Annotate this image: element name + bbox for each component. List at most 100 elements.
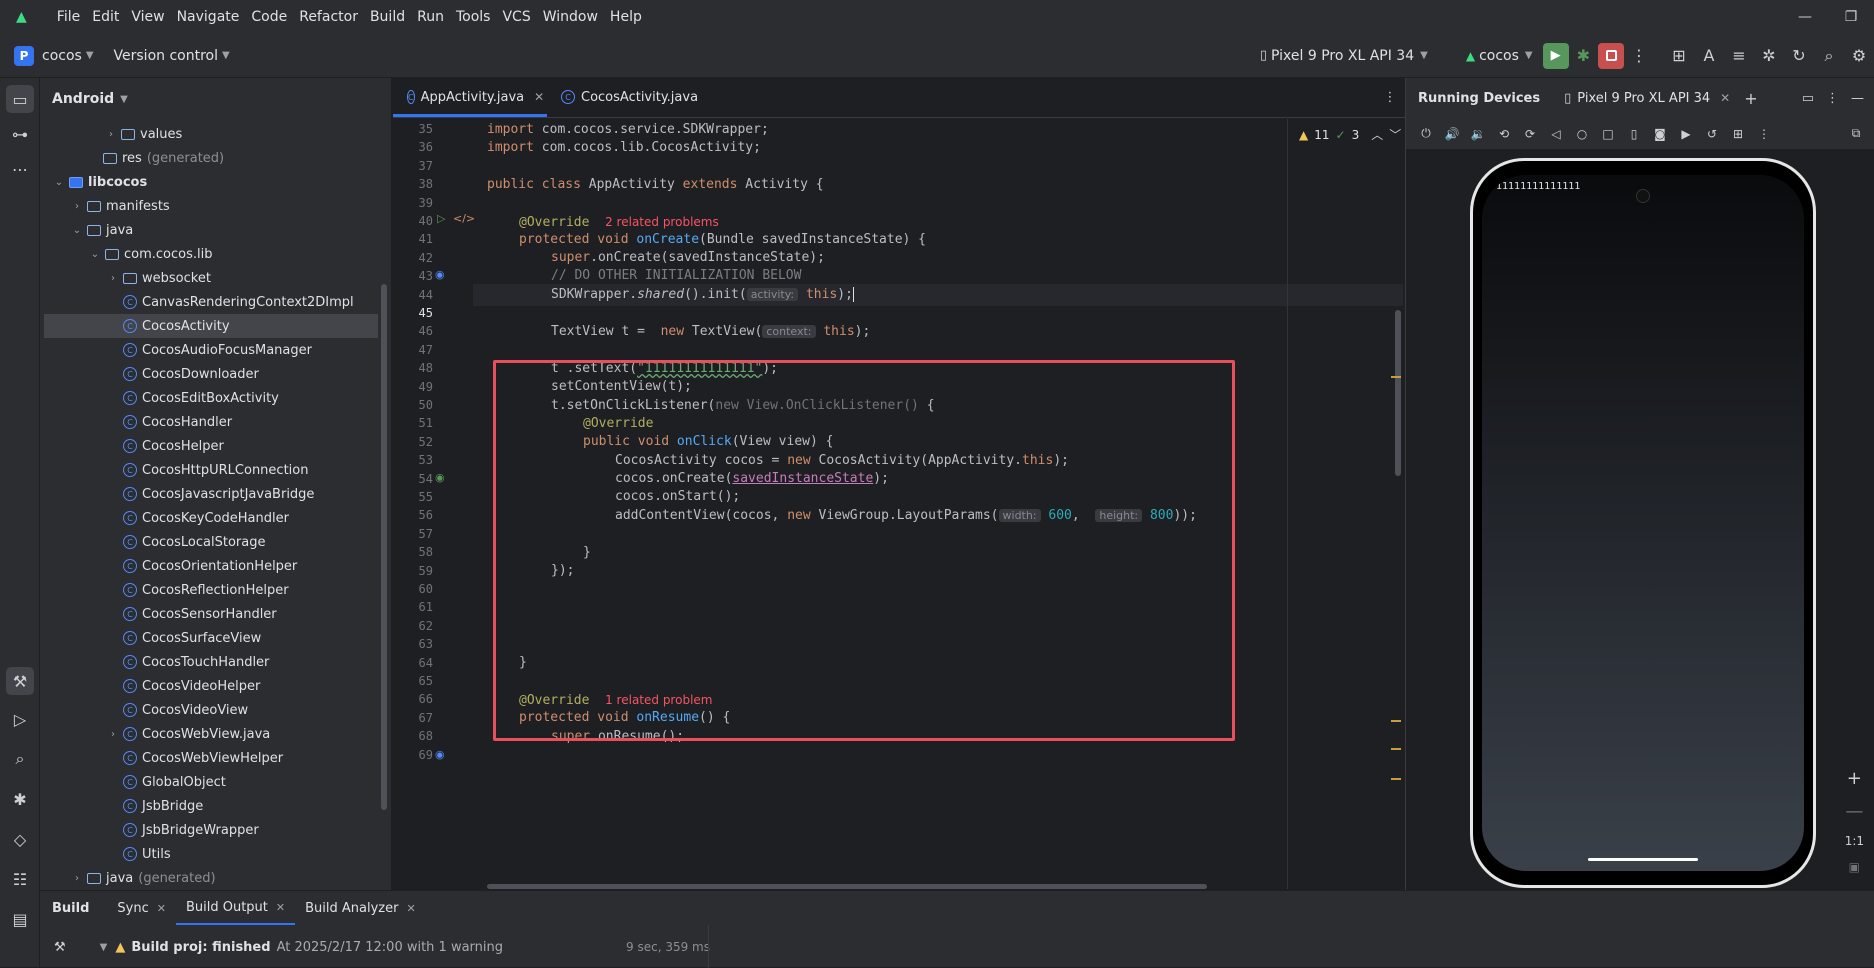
tab-build-output[interactable]: Build Output ✕ bbox=[175, 891, 296, 925]
build-hammer-icon[interactable]: ⚒ bbox=[54, 940, 66, 955]
tree-item[interactable]: ⌄ java bbox=[44, 218, 378, 242]
chevron-icon[interactable]: › bbox=[106, 729, 120, 740]
overview-icon[interactable]: □ bbox=[1598, 127, 1618, 141]
run-config-selector[interactable]: cocos bbox=[1479, 48, 1519, 64]
home-icon[interactable]: ○ bbox=[1572, 127, 1592, 141]
tree-item[interactable]: C GlobalObject bbox=[44, 770, 378, 794]
version-control-menu[interactable]: Version control bbox=[114, 48, 218, 64]
more-actions-icon[interactable]: ⋮ bbox=[1624, 41, 1654, 71]
mirror-settings-icon[interactable]: ⧉ bbox=[1846, 126, 1866, 141]
editor-vertical-scrollbar[interactable] bbox=[1395, 310, 1401, 476]
home-indicator[interactable] bbox=[1588, 858, 1698, 861]
tree-item[interactable]: C CocosAudioFocusManager bbox=[44, 338, 378, 362]
tree-item[interactable]: C CocosKeyCodeHandler bbox=[44, 506, 378, 530]
project-folder-icon[interactable]: ▭ bbox=[6, 85, 34, 113]
tree-item[interactable]: › C CocosWebView.java bbox=[44, 722, 378, 746]
chevron-down-icon[interactable]: ▼ bbox=[100, 942, 108, 953]
tab-build[interactable]: Build bbox=[42, 891, 99, 925]
tree-item[interactable]: C CocosWebViewHelper bbox=[44, 746, 378, 770]
tree-item[interactable]: res (generated) bbox=[44, 146, 378, 170]
volume-up-icon[interactable]: 🔊 bbox=[1442, 127, 1462, 141]
zoom-in-icon[interactable]: + bbox=[1847, 768, 1862, 789]
warning-stripe-marker[interactable] bbox=[1391, 748, 1401, 750]
device-selector[interactable]: Pixel 9 Pro XL API 34 bbox=[1271, 48, 1414, 64]
menu-vcs[interactable]: VCS bbox=[496, 9, 536, 25]
chevron-icon[interactable]: ⌄ bbox=[52, 177, 66, 188]
panel-options-icon[interactable]: ⋮ bbox=[1826, 91, 1839, 106]
chevron-down-icon[interactable]: ▼ bbox=[222, 50, 230, 61]
close-icon[interactable]: ✕ bbox=[157, 902, 166, 915]
translate-icon[interactable]: A bbox=[1694, 41, 1724, 71]
tabs-more-icon[interactable]: ⋮ bbox=[1375, 77, 1405, 117]
snapshot-icon[interactable]: ↺ bbox=[1702, 127, 1722, 141]
project-view-header[interactable]: Android ▼ bbox=[40, 78, 391, 120]
menu-help[interactable]: Help bbox=[604, 9, 648, 25]
next-problem-icon[interactable]: ﹀ bbox=[1389, 126, 1401, 143]
tree-item[interactable]: C CocosReflectionHelper bbox=[44, 578, 378, 602]
tree-item[interactable]: C JsbBridgeWrapper bbox=[44, 818, 378, 842]
zoom-fit-icon[interactable]: ▣ bbox=[1849, 860, 1860, 874]
close-icon[interactable]: ✕ bbox=[1720, 91, 1730, 105]
app-textview[interactable]: 11111111111111 bbox=[1496, 181, 1580, 192]
warning-stripe-marker[interactable] bbox=[1391, 778, 1401, 780]
gem-icon[interactable]: ◇ bbox=[6, 825, 34, 853]
debug-icon[interactable]: ✱ bbox=[1577, 46, 1590, 65]
tree-item[interactable]: C CocosTouchHandler bbox=[44, 650, 378, 674]
fold-icon[interactable]: ▯ bbox=[1624, 127, 1644, 141]
logcat-cat-icon[interactable]: ☷ bbox=[6, 865, 34, 893]
add-device-icon[interactable]: + bbox=[1744, 89, 1757, 108]
chevron-icon[interactable]: › bbox=[104, 129, 118, 140]
chevron-icon[interactable]: › bbox=[70, 201, 84, 212]
menu-code[interactable]: Code bbox=[245, 9, 293, 25]
logcat-icon[interactable]: ≡ bbox=[1724, 41, 1754, 71]
close-icon[interactable]: ✕ bbox=[276, 901, 285, 914]
menu-view[interactable]: View bbox=[125, 9, 170, 25]
window-layout-icon[interactable]: ▭ bbox=[1802, 91, 1814, 106]
tree-item[interactable]: C CocosOrientationHelper bbox=[44, 554, 378, 578]
override-gutter-icon[interactable]: ◉ bbox=[435, 268, 445, 281]
inspection-widget[interactable]: ▲ 11 ✓ 3 ︿ ﹀ bbox=[1299, 126, 1401, 143]
rotate-left-icon[interactable]: ⟲ bbox=[1494, 127, 1514, 141]
code-gutter-icon[interactable]: </> bbox=[453, 212, 475, 225]
project-selector[interactable]: cocos bbox=[42, 48, 82, 64]
run-button[interactable]: ▶ bbox=[1542, 42, 1569, 69]
tree-item[interactable]: C CocosHandler bbox=[44, 410, 378, 434]
device-manager-icon[interactable]: ⊞ bbox=[1664, 41, 1694, 71]
zoom-out-icon[interactable]: — bbox=[1845, 801, 1863, 822]
tree-item[interactable]: ⌄ com.cocos.lib bbox=[44, 242, 378, 266]
rotate-right-icon[interactable]: ⟳ bbox=[1520, 127, 1540, 141]
menu-build[interactable]: Build bbox=[364, 9, 411, 25]
screen-record-icon[interactable]: ▶ bbox=[1676, 127, 1696, 141]
warning-stripe-marker[interactable] bbox=[1391, 720, 1401, 722]
tree-item[interactable]: C CocosVideoHelper bbox=[44, 674, 378, 698]
more-options-icon[interactable]: ⋮ bbox=[1754, 127, 1774, 141]
tree-item[interactable]: C CocosDownloader bbox=[44, 362, 378, 386]
menu-run[interactable]: Run bbox=[411, 9, 450, 25]
tab-appactivity[interactable]: C AppActivity.java ✕ bbox=[393, 77, 547, 117]
sdk-manager-icon[interactable]: ✲ bbox=[1754, 41, 1784, 71]
editor-horizontal-scrollbar[interactable] bbox=[487, 884, 1207, 889]
menu-tools[interactable]: Tools bbox=[450, 9, 497, 25]
tree-item[interactable]: C CocosSurfaceView bbox=[44, 626, 378, 650]
implement-gutter-icon[interactable]: ◉ bbox=[435, 471, 445, 484]
minimize-icon[interactable]: — bbox=[1782, 9, 1828, 25]
terminal-icon[interactable]: ▤ bbox=[6, 905, 34, 933]
tree-item[interactable]: C Utils bbox=[44, 842, 378, 866]
chevron-down-icon[interactable]: ▼ bbox=[120, 94, 128, 105]
tab-sync[interactable]: Sync ✕ bbox=[107, 891, 176, 925]
tree-item[interactable]: ⌄ libcocos bbox=[44, 170, 378, 194]
run-tool-icon[interactable]: ▷ bbox=[6, 705, 34, 733]
tree-item[interactable]: C CanvasRenderingContext2DImpl bbox=[44, 290, 378, 314]
tree-item[interactable]: › java (generated) bbox=[44, 866, 378, 890]
tree-item[interactable]: C CocosHttpURLConnection bbox=[44, 458, 378, 482]
power-icon[interactable]: ⏻ bbox=[1416, 126, 1436, 141]
screenshot-icon[interactable]: ◙ bbox=[1650, 127, 1670, 141]
project-badge[interactable]: P bbox=[14, 45, 34, 66]
prev-problem-icon[interactable]: ︿ bbox=[1371, 126, 1383, 143]
chevron-icon[interactable]: › bbox=[106, 273, 120, 284]
hide-panel-icon[interactable]: — bbox=[1851, 91, 1864, 106]
bug-icon[interactable]: ✱ bbox=[6, 785, 34, 813]
chevron-icon[interactable]: › bbox=[70, 873, 84, 884]
chevron-icon[interactable]: ⌄ bbox=[70, 225, 84, 236]
chevron-down-icon[interactable]: ▼ bbox=[86, 50, 94, 61]
